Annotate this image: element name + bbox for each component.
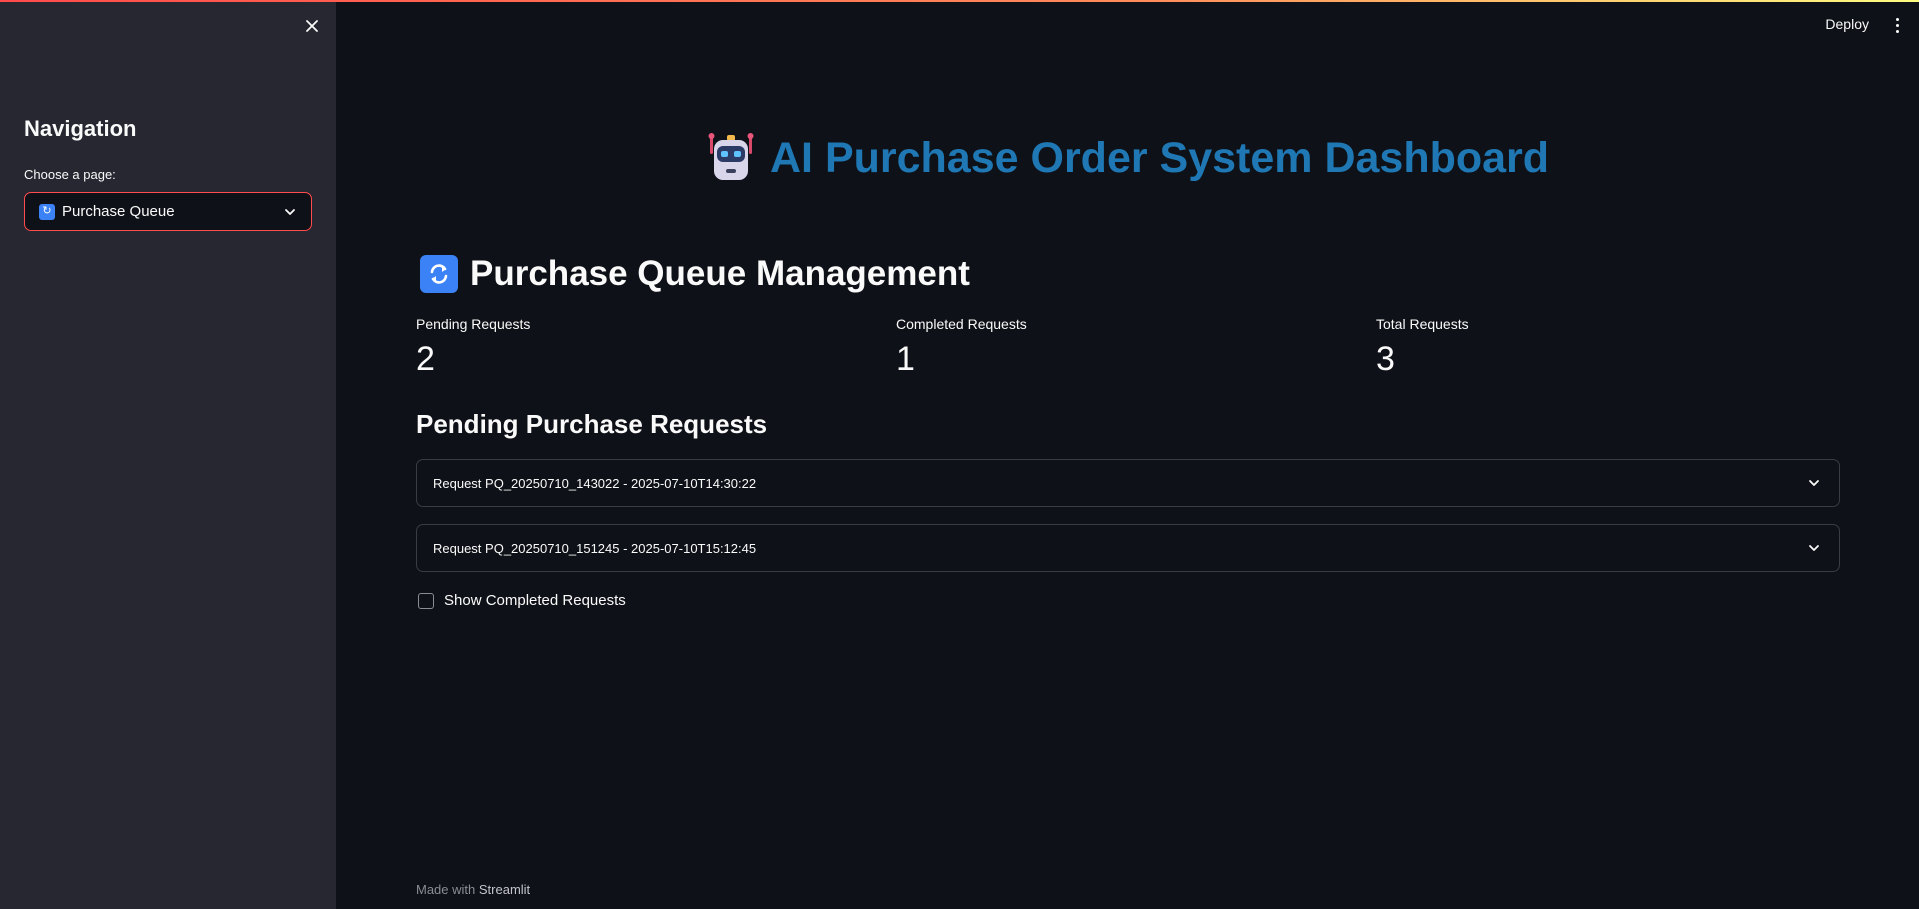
request-expander[interactable]: Request PQ_20250710_151245 - 2025-07-10T… xyxy=(416,524,1840,572)
metric-label: Total Requests xyxy=(1376,316,1469,332)
kebab-menu-icon xyxy=(1895,17,1899,21)
app-title-text: AI Purchase Order System Dashboard xyxy=(770,133,1550,182)
show-completed-checkbox[interactable]: Show Completed Requests xyxy=(418,592,626,609)
metric-total: Total Requests 3 xyxy=(1376,316,1676,379)
sidebar-title: Navigation xyxy=(24,116,137,141)
deploy-button[interactable]: Deploy xyxy=(1825,16,1869,32)
pending-requests-title: Pending Purchase Requests xyxy=(416,409,768,439)
page-select-label: Choose a page: xyxy=(24,167,116,182)
checkbox-box[interactable] xyxy=(418,592,434,609)
footer: Made with Streamlit xyxy=(416,882,530,897)
section-title: Purchase Queue Management xyxy=(420,254,970,294)
close-icon xyxy=(306,20,318,32)
chevron-down-icon xyxy=(1809,545,1819,551)
footer-made-with: Made with xyxy=(416,882,476,897)
streamlit-link[interactable]: Streamlit xyxy=(479,882,530,897)
page-select[interactable]: ↻ Purchase Queue xyxy=(24,192,312,231)
metric-label: Completed Requests xyxy=(896,316,1027,332)
metric-value: 2 xyxy=(416,340,435,378)
request-expander-label: Request PQ_20250710_143022 - 2025-07-10T… xyxy=(433,475,757,491)
main-content: Deploy AI Purchase Order System Dashboar… xyxy=(336,0,1919,909)
robot-icon xyxy=(708,133,754,180)
sync-icon: ↻ xyxy=(39,203,55,220)
sidebar: Navigation Choose a page: ↻ Purchase Que… xyxy=(0,0,336,909)
top-accent-bar xyxy=(0,0,1919,2)
page-select-value: Purchase Queue xyxy=(62,203,175,220)
metric-value: 1 xyxy=(896,340,915,378)
main-menu-button[interactable] xyxy=(1889,14,1905,36)
sync-icon xyxy=(420,255,458,293)
show-completed-label: Show Completed Requests xyxy=(444,592,626,609)
request-expander[interactable]: Request PQ_20250710_143022 - 2025-07-10T… xyxy=(416,459,1840,507)
section-title-text: Purchase Queue Management xyxy=(470,254,970,293)
metric-completed: Completed Requests 1 xyxy=(896,316,1196,379)
metric-pending: Pending Requests 2 xyxy=(416,316,716,379)
close-sidebar-button[interactable] xyxy=(300,14,324,38)
app-title: AI Purchase Order System Dashboard xyxy=(706,132,1549,184)
chevron-down-icon xyxy=(285,208,295,215)
metric-label: Pending Requests xyxy=(416,316,531,332)
metric-value: 3 xyxy=(1376,340,1395,378)
chevron-down-icon xyxy=(1809,480,1819,486)
request-expander-label: Request PQ_20250710_151245 - 2025-07-10T… xyxy=(433,540,757,556)
